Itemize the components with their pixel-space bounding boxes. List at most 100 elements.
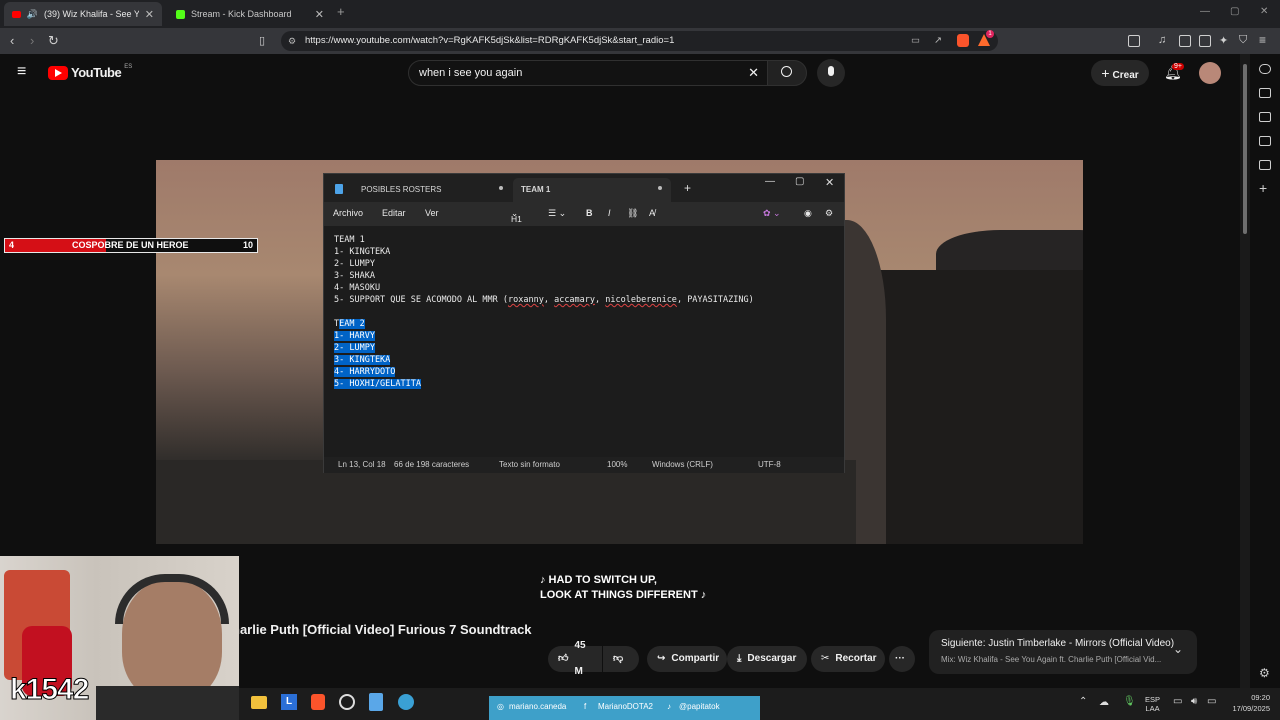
unsaved-dot-icon[interactable] [658,186,662,190]
close-window-icon[interactable]: ✕ [1260,6,1268,17]
cast-icon[interactable]: ▭ [911,31,920,51]
notepad-taskbar-icon[interactable] [369,693,383,711]
youtube-logo[interactable]: YouTube ES [48,64,132,80]
add-sidebar-icon[interactable]: + [1259,180,1267,196]
line-endings[interactable]: Windows (CRLF) [652,460,713,469]
heading-dropdown[interactable]: H1 ⌄ [511,208,522,224]
tab-posibles-rosters[interactable]: POSIBLES ROSTERS [353,178,509,202]
youtube-favicon-icon [12,10,21,18]
like-button[interactable]: 👍︎ 45 M [548,640,602,677]
music-icon[interactable]: ♫ [1158,34,1166,46]
screenshot-icon[interactable] [1128,35,1140,47]
share-label: Compartir [671,653,720,664]
new-tab-icon[interactable]: + [337,4,345,19]
display-icon[interactable]: ▭ [1173,696,1182,707]
reload-icon[interactable]: ↻ [48,33,59,49]
clock[interactable]: 09:20 17/09/2025 [1224,692,1270,714]
tray-overflow-icon[interactable]: ⌃ [1079,696,1087,707]
url-text: https://www.youtube.com/watch?v=RgKAFK5d… [305,35,675,46]
account-icon[interactable]: ◉ [804,208,812,219]
kick-favicon-icon [176,9,185,19]
minimize-icon[interactable]: — [765,176,775,187]
address-bar[interactable]: ⚙ https://www.youtube.com/watch?v=RgKAFK… [281,30,998,51]
link-icon[interactable]: ⛓ [627,208,638,219]
launcher-l-icon[interactable]: L [281,694,297,710]
more-actions-button[interactable]: ··· [889,646,915,672]
sidebar-icon[interactable] [1179,35,1191,47]
back-icon[interactable]: ‹ [10,33,14,48]
obs-icon[interactable] [339,694,355,710]
close-tab-icon[interactable]: ✕ [145,8,154,21]
selected-text: 1- HARVY [334,331,375,341]
copilot-icon[interactable]: ✿ ⌄ [763,208,781,219]
notepad-editor[interactable]: TEAM 1 1- KINGTEKA 2- LUMPY 3- SHAKA 4- … [334,234,754,390]
bookmark-icon[interactable]: ▯ [259,34,265,47]
dislike-button[interactable]: 👎︎ [603,646,639,672]
tab-kick[interactable]: Stream - Kick Dashboard ✕ [168,2,328,26]
notification-count: 9+ [1172,63,1184,70]
brave-browser-icon[interactable] [311,694,325,710]
file-explorer-icon[interactable] [251,696,267,709]
goal-label: COSPOBRE DE UN HEROE [72,240,189,250]
minimize-icon[interactable]: — [1200,6,1210,17]
search-button[interactable] [767,60,807,86]
bold-icon[interactable]: B [586,208,593,218]
zoom-level[interactable]: 100% [607,460,627,469]
scrollbar-thumb[interactable] [1243,64,1247,234]
battery-icon[interactable]: ▭ [1207,696,1216,707]
leo-ai-icon[interactable]: ✦ [1219,34,1228,47]
social-handles-overlay: ◎ mariano.caneda f MarianoDOTA2 ♪ @papit… [489,696,760,720]
wallet-icon[interactable] [1199,35,1211,47]
site-info-icon[interactable]: ⚙ [288,31,296,51]
list-dropdown-icon[interactable]: ☰ ⌄ [548,208,566,219]
tab-youtube[interactable]: 🔊 (39) Wiz Khalifa - See You Ag ✕ [4,2,162,26]
leo-sidebar-icon[interactable] [1259,64,1271,74]
download-button[interactable]: ⤓ Descargar [727,646,807,672]
globe-app-icon[interactable] [398,694,414,710]
volume-icon[interactable]: 🔊︎ [1191,696,1197,707]
settings-gear-icon[interactable]: ⚙ [825,208,833,219]
maximize-icon[interactable]: ▢ [795,176,804,187]
share-button[interactable]: ↪ Compartir [647,646,727,672]
clock-time: 09:20 [1251,693,1270,702]
page-scrollbar[interactable] [1240,54,1250,688]
format-mode[interactable]: Texto sin formato [499,460,560,469]
maximize-icon[interactable]: ▢ [1230,6,1239,17]
chevron-down-icon[interactable]: ⌄ [1173,642,1183,656]
tab-sidebar-icon[interactable] [1259,88,1271,98]
avatar[interactable] [1199,62,1221,84]
encoding[interactable]: UTF-8 [758,460,781,469]
notepad-tabbar: POSIBLES ROSTERS TEAM 1 + — ▢ ✕ [324,174,844,202]
clear-format-icon[interactable]: A̸ [649,208,655,218]
vpn-shield-icon[interactable]: ⛉ [1239,34,1247,47]
clear-search-icon[interactable]: ✕ [748,61,759,85]
italic-icon[interactable]: I [608,208,611,218]
reading-list-icon[interactable] [1259,136,1271,146]
wallet-sidebar-icon[interactable] [1259,112,1271,122]
brave-shield-icon[interactable] [957,34,969,47]
clip-button[interactable]: ✂ Recortar [811,646,885,672]
menu-editar[interactable]: Editar [382,208,406,218]
mic-tray-icon[interactable]: 🎙︎ [1123,696,1136,707]
hamburger-menu-icon[interactable]: ≡ [17,63,26,81]
unsaved-dot-icon[interactable] [499,186,503,190]
onedrive-icon[interactable]: ☁ [1099,697,1109,708]
menu-ver[interactable]: Ver [425,208,439,218]
heading-label: H1 [511,214,522,224]
language-indicator[interactable]: ESP LAA [1145,695,1160,713]
sidebar-settings-icon[interactable]: ⚙ [1259,666,1270,680]
new-tab-icon[interactable]: + [684,181,691,195]
bookmarks-sidebar-icon[interactable] [1259,160,1271,170]
up-next-card[interactable]: Siguiente: Justin Timberlake - Mirrors (… [929,630,1197,674]
tab-team-1[interactable]: TEAM 1 [513,178,671,202]
tiktok-icon: ♪ [667,702,671,711]
menu-icon[interactable]: ≡ [1259,33,1266,47]
voice-search-button[interactable] [817,59,845,87]
forward-icon[interactable]: › [30,33,34,48]
search-input[interactable]: when i see you again ✕ [408,60,768,86]
menu-archivo[interactable]: Archivo [333,208,363,218]
close-window-icon[interactable]: ✕ [825,176,834,189]
create-button[interactable]: + Crear [1091,60,1149,86]
close-tab-icon[interactable]: ✕ [315,8,324,21]
share-icon[interactable]: ↗ [934,31,942,51]
